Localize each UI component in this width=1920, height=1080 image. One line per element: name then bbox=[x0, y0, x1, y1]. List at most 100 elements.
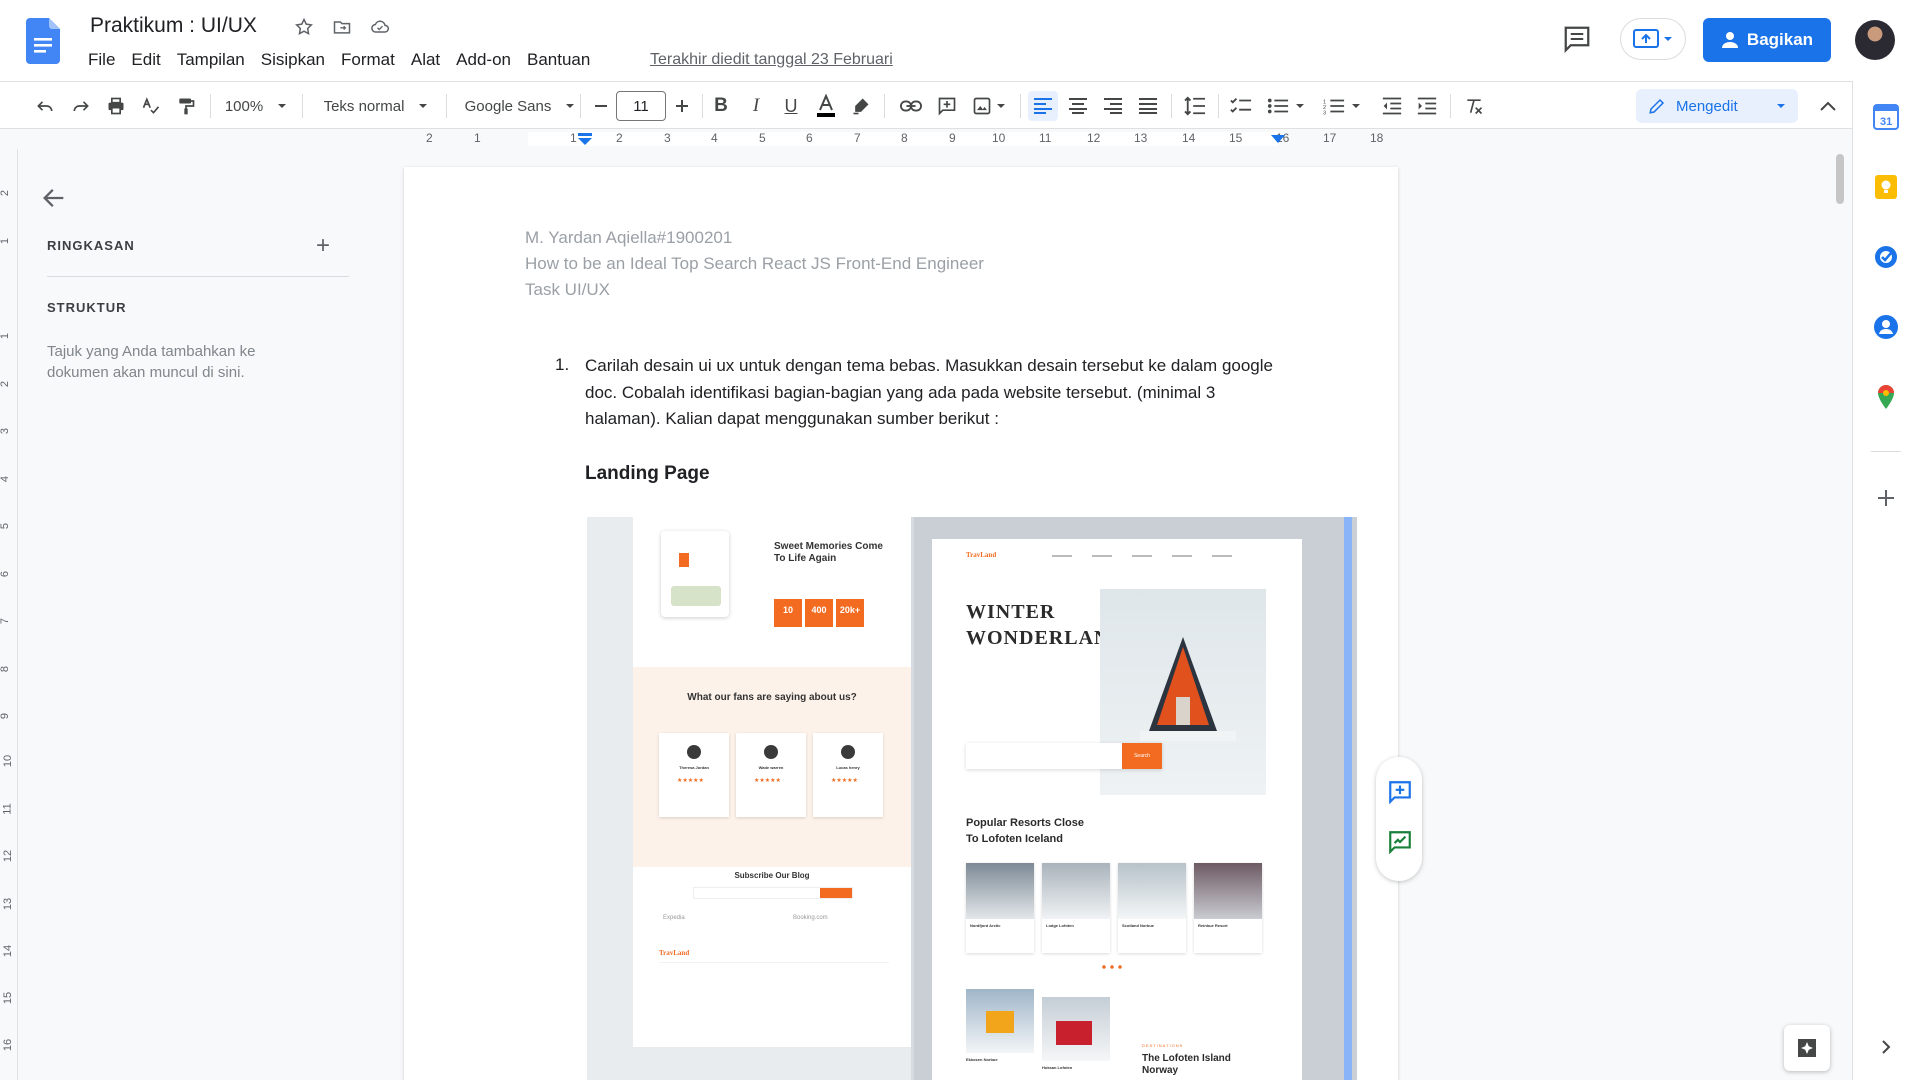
toolbar-divider bbox=[1218, 94, 1219, 118]
menu-format[interactable]: Format bbox=[333, 50, 403, 70]
menu-tools[interactable]: Alat bbox=[403, 50, 448, 70]
explore-star-icon bbox=[1798, 1039, 1816, 1057]
chevron-down-icon bbox=[1296, 104, 1304, 108]
maps-icon[interactable] bbox=[1873, 384, 1899, 410]
list-item-paragraph[interactable]: Carilah desain ui ux untuk dengan tema b… bbox=[585, 353, 1285, 433]
right-indent-marker-icon[interactable] bbox=[1271, 135, 1285, 145]
add-comment-icon[interactable] bbox=[1387, 779, 1413, 805]
vertical-scrollbar[interactable] bbox=[1836, 154, 1844, 204]
align-left-icon[interactable] bbox=[1028, 91, 1058, 121]
popular-title: Popular Resorts Close bbox=[966, 817, 1084, 829]
comments-icon[interactable] bbox=[1562, 24, 1592, 54]
share-button[interactable]: Bagikan bbox=[1703, 18, 1831, 62]
insert-link-icon[interactable] bbox=[896, 91, 926, 121]
close-outline-arrow-icon[interactable] bbox=[40, 184, 68, 212]
checklist-icon[interactable] bbox=[1226, 91, 1256, 121]
bold-icon[interactable]: B bbox=[706, 91, 736, 121]
account-avatar[interactable] bbox=[1855, 20, 1895, 60]
last-edit-link[interactable]: Terakhir diedit tanggal 23 Februari bbox=[650, 51, 893, 69]
present-button[interactable] bbox=[1620, 18, 1686, 60]
bulleted-list-icon[interactable] bbox=[1262, 91, 1310, 121]
reviewer-name: Lucas henry bbox=[836, 765, 860, 770]
editing-mode-select[interactable]: Mengedit bbox=[1636, 89, 1798, 123]
doc-header-line[interactable]: M. Yardan Aqiella#1900201 bbox=[525, 228, 732, 248]
spellcheck-icon[interactable] bbox=[136, 91, 166, 121]
toolbar-divider bbox=[884, 94, 885, 118]
line-spacing-icon[interactable] bbox=[1180, 91, 1210, 121]
horizontal-ruler[interactable]: 2 1 1 2 3 4 5 6 7 8 9 10 11 12 13 14 15 … bbox=[0, 129, 1852, 149]
doc-header-line[interactable]: How to be an Ideal Top Search React JS F… bbox=[525, 254, 984, 274]
zoom-value: 100% bbox=[224, 97, 264, 115]
ruler-label: 12 bbox=[1087, 131, 1101, 145]
paragraph-style-select[interactable]: Teks normal bbox=[316, 91, 436, 121]
map-card-thumbnail bbox=[661, 531, 729, 617]
contacts-icon[interactable] bbox=[1873, 314, 1899, 340]
decrease-font-size-icon[interactable] bbox=[586, 91, 616, 121]
numbered-list-icon[interactable]: 123 bbox=[1318, 91, 1366, 121]
print-icon[interactable] bbox=[101, 91, 131, 121]
highlight-color-icon[interactable] bbox=[846, 91, 876, 121]
add-comment-icon[interactable] bbox=[932, 91, 962, 121]
doc-title[interactable]: Praktikum : UI/UX bbox=[90, 14, 257, 38]
text-color-icon[interactable] bbox=[811, 91, 841, 121]
vruler-label: 2 bbox=[0, 189, 12, 197]
embedded-landing-page-image[interactable]: Sweet Memories Come To Life Again 10 400… bbox=[587, 517, 1357, 1080]
ruler-label: 10 bbox=[992, 131, 1006, 145]
menu-addons[interactable]: Add-on bbox=[448, 50, 519, 70]
underline-icon[interactable]: U bbox=[776, 91, 806, 121]
ruler-label: 17 bbox=[1323, 131, 1337, 145]
right-mockup-card: TravLand WINTER WONDERLAND Search Popula… bbox=[932, 539, 1302, 1080]
increase-indent-icon[interactable] bbox=[1412, 91, 1442, 121]
font-select[interactable]: Google Sans bbox=[460, 91, 580, 121]
menu-insert[interactable]: Sisipkan bbox=[253, 50, 333, 70]
vruler-label: 13 bbox=[2, 897, 15, 911]
toolbar-divider bbox=[1171, 94, 1172, 118]
clear-formatting-icon[interactable] bbox=[1459, 91, 1489, 121]
keep-icon[interactable] bbox=[1873, 174, 1899, 200]
hide-menus-icon[interactable] bbox=[1813, 91, 1843, 121]
italic-icon[interactable]: I bbox=[741, 91, 771, 121]
font-size-input[interactable]: 11 bbox=[616, 91, 666, 121]
tasks-icon[interactable] bbox=[1873, 244, 1899, 270]
expand-side-panel-chevron-icon[interactable] bbox=[1873, 1034, 1899, 1060]
menu-help[interactable]: Bantuan bbox=[519, 50, 598, 70]
star-icon[interactable] bbox=[292, 15, 316, 39]
paint-format-icon[interactable] bbox=[171, 91, 201, 121]
menu-edit[interactable]: Edit bbox=[123, 50, 168, 70]
explore-button[interactable] bbox=[1784, 1025, 1830, 1071]
left-indent-marker-icon[interactable] bbox=[578, 133, 592, 147]
landing-page-heading[interactable]: Landing Page bbox=[585, 463, 710, 485]
outline-summary-heading: RINGKASAN bbox=[47, 238, 135, 253]
zoom-select[interactable]: 100% bbox=[220, 91, 292, 121]
docs-logo-icon[interactable] bbox=[26, 18, 60, 64]
header-logo: TravLand bbox=[966, 551, 997, 559]
toolbar-divider bbox=[1020, 94, 1021, 118]
menu-view[interactable]: Tampilan bbox=[169, 50, 253, 70]
redo-icon[interactable] bbox=[66, 91, 96, 121]
cloud-status-icon[interactable] bbox=[368, 15, 392, 39]
menu-file[interactable]: File bbox=[80, 50, 123, 70]
chevron-down-icon bbox=[1352, 104, 1360, 108]
review-card: Theresa Jordan ★★★★★ bbox=[659, 733, 729, 817]
undo-icon[interactable] bbox=[30, 91, 60, 121]
suggest-edits-icon[interactable] bbox=[1387, 829, 1413, 855]
get-addons-plus-icon[interactable] bbox=[1873, 485, 1899, 511]
calendar-icon[interactable]: 31 bbox=[1873, 104, 1899, 130]
decrease-indent-icon[interactable] bbox=[1377, 91, 1407, 121]
insert-image-icon[interactable] bbox=[968, 91, 1010, 121]
move-folder-icon[interactable] bbox=[330, 15, 354, 39]
align-center-icon[interactable] bbox=[1063, 91, 1093, 121]
toolbar-divider bbox=[1450, 94, 1451, 118]
doc-header-line[interactable]: Task UI/UX bbox=[525, 280, 610, 300]
share-label: Bagikan bbox=[1746, 30, 1814, 49]
review-card: Lucas henry ★★★★★ bbox=[813, 733, 883, 817]
align-justify-icon[interactable] bbox=[1133, 91, 1163, 121]
destination-card-name: Hoksan Lofoten bbox=[1042, 1065, 1073, 1070]
increase-font-size-icon[interactable] bbox=[667, 91, 697, 121]
align-right-icon[interactable] bbox=[1098, 91, 1128, 121]
destination-label: DESTINATIONS bbox=[1142, 1043, 1184, 1048]
subscribe-title: Subscribe Our Blog bbox=[734, 871, 810, 880]
add-summary-icon[interactable]: + bbox=[316, 232, 330, 260]
document-page[interactable]: M. Yardan Aqiella#1900201 How to be an I… bbox=[404, 167, 1398, 1080]
vertical-ruler[interactable]: 2 1 1 2 3 4 5 6 7 8 9 10 11 12 13 14 15 … bbox=[0, 149, 18, 1080]
